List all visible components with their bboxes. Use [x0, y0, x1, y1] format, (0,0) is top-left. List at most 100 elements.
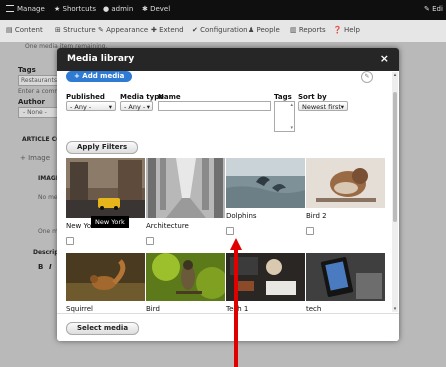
image-tablet[interactable]	[306, 253, 385, 301]
devel-label: Devel	[150, 5, 171, 13]
apply-filters-button[interactable]: Apply Filters	[66, 141, 139, 154]
tray-label: Configuration	[200, 26, 248, 34]
pencil-icon: ✎	[424, 5, 433, 13]
image-dolphins-sea[interactable]	[226, 158, 305, 208]
image-colonnade[interactable]	[146, 158, 225, 218]
tags-value: Restaurants	[21, 77, 57, 84]
help-icon: ❓	[333, 26, 344, 34]
tray-label: Help	[343, 26, 360, 34]
chevron-down-icon: ▾	[108, 103, 112, 111]
scroll-up-icon[interactable]: ▴	[392, 72, 398, 78]
media-type-select[interactable]: - Any - ▾	[120, 101, 153, 111]
media-item-architecture[interactable]: Architecture	[146, 158, 225, 245]
image-label: + Image	[20, 154, 51, 162]
edit-pencil-icon[interactable]: ✎	[361, 71, 373, 83]
published-label: Published	[66, 93, 105, 101]
devel-menu[interactable]: ✱ Devel	[142, 5, 170, 13]
image-sparrow[interactable]	[306, 158, 385, 208]
published-select[interactable]: - Any - ▾	[66, 101, 116, 111]
star-icon: ★	[54, 5, 63, 13]
media-item-bird[interactable]: Bird	[146, 253, 225, 313]
tray-label: People	[256, 26, 280, 34]
image-squirrel[interactable]	[66, 253, 145, 301]
media-checkbox[interactable]	[66, 237, 74, 245]
media-name: Bird	[146, 305, 160, 313]
media-library-dialog: Media library × + Add media ✎ Published …	[57, 48, 399, 341]
article-label: ARTICLE CO	[22, 136, 62, 143]
sort-by-label: Sort by	[298, 93, 327, 101]
tray-item-extend[interactable]: ✚ Extend	[151, 26, 184, 34]
gear-icon: ✱	[142, 5, 151, 13]
appearance-icon: ✎	[98, 26, 107, 34]
scroll-down-icon[interactable]: ▾	[392, 306, 398, 312]
media-item-new-york[interactable]: New York	[66, 158, 145, 245]
tray-item-people[interactable]: ♟ People	[248, 26, 280, 34]
manage-menu[interactable]: Manage	[6, 5, 45, 13]
dialog-scrollbar[interactable]: ▴ ▾	[392, 72, 398, 312]
tray-item-content[interactable]: ▤ Content	[6, 26, 43, 34]
published-value: - Any -	[70, 103, 92, 111]
media-item-squirrel[interactable]: Squirrel	[66, 253, 145, 313]
author-label: Author	[18, 98, 45, 106]
close-icon[interactable]: ×	[380, 52, 389, 65]
admin-toolbar: Manage ★ Shortcuts ● admin ✱ Devel ✎ Edi	[0, 0, 446, 20]
media-checkbox[interactable]	[306, 227, 314, 235]
tags-multiselect[interactable]: ▴ ▾	[274, 101, 295, 132]
user-label: admin	[111, 5, 134, 13]
people-icon: ♟	[248, 26, 257, 34]
scrollbar-thumb[interactable]	[393, 92, 397, 222]
tray-label: Reports	[298, 26, 326, 34]
reports-icon: ▥	[290, 26, 299, 34]
edit-toggle[interactable]: ✎ Edi	[424, 5, 443, 13]
annotation-arrow-icon	[230, 238, 242, 367]
dialog-title: Media library	[67, 54, 135, 64]
media-checkbox[interactable]	[226, 227, 234, 235]
media-checkbox[interactable]	[146, 237, 154, 245]
name-label: Name	[158, 93, 181, 101]
admin-tray: ▤ Content ⊞ Structure ✎ Appearance ✚ Ext…	[0, 20, 446, 43]
media-name: Dolphins	[226, 212, 257, 220]
wrench-icon: ✔	[192, 26, 201, 34]
shortcuts-menu[interactable]: ★ Shortcuts	[54, 5, 96, 13]
author-value: - None -	[23, 109, 47, 116]
image-label-text: Image	[28, 154, 51, 162]
no-media-text: No me	[38, 194, 58, 201]
media-item-bird-2[interactable]: Bird 2	[306, 158, 385, 235]
select-media-button[interactable]: Select media	[66, 322, 140, 335]
manage-label: Manage	[17, 5, 45, 13]
extend-icon: ✚	[151, 26, 160, 34]
user-menu[interactable]: ● admin	[103, 5, 133, 13]
image-bird-on-branch[interactable]	[146, 253, 225, 301]
media-name: tech	[306, 305, 322, 313]
italic-button[interactable]: I	[49, 263, 52, 271]
tray-item-appearance[interactable]: ✎ Appearance	[98, 26, 148, 34]
scroll-up-icon: ▴	[290, 102, 293, 108]
media-name: Architecture	[146, 222, 189, 230]
tray-item-reports[interactable]: ▥ Reports	[290, 26, 326, 34]
edit-label: Edi	[432, 5, 443, 13]
tray-label: Extend	[159, 26, 184, 34]
tray-item-structure[interactable]: ⊞ Structure	[55, 26, 96, 34]
content-icon: ▤	[6, 26, 15, 34]
sort-value: Newest first	[302, 103, 341, 111]
chevron-down-icon: ▾	[340, 103, 344, 111]
name-input[interactable]	[158, 101, 271, 111]
media-name: Squirrel	[66, 305, 93, 313]
tags-field[interactable]: Restaurants	[18, 75, 60, 86]
tray-label: Appearance	[106, 26, 149, 34]
dialog-header: Media library ×	[57, 48, 399, 71]
tags-label: Tags	[18, 66, 36, 74]
tray-item-help[interactable]: ❓ Help	[333, 26, 360, 34]
bold-button[interactable]: B	[38, 263, 43, 271]
dialog-footer: Select media	[57, 313, 399, 341]
media-item-dolphins[interactable]: Dolphins	[226, 158, 305, 235]
sort-by-select[interactable]: Newest first ▾	[298, 101, 348, 111]
tray-label: Structure	[63, 26, 96, 34]
tags-filter-label: Tags	[274, 93, 292, 101]
image-city-street[interactable]	[66, 158, 145, 218]
author-field[interactable]: - None -	[18, 107, 60, 118]
shortcuts-label: Shortcuts	[62, 5, 96, 13]
tray-item-configuration[interactable]: ✔ Configuration	[192, 26, 248, 34]
media-item-tech[interactable]: tech	[306, 253, 385, 313]
add-media-button[interactable]: + Add media	[66, 71, 133, 82]
